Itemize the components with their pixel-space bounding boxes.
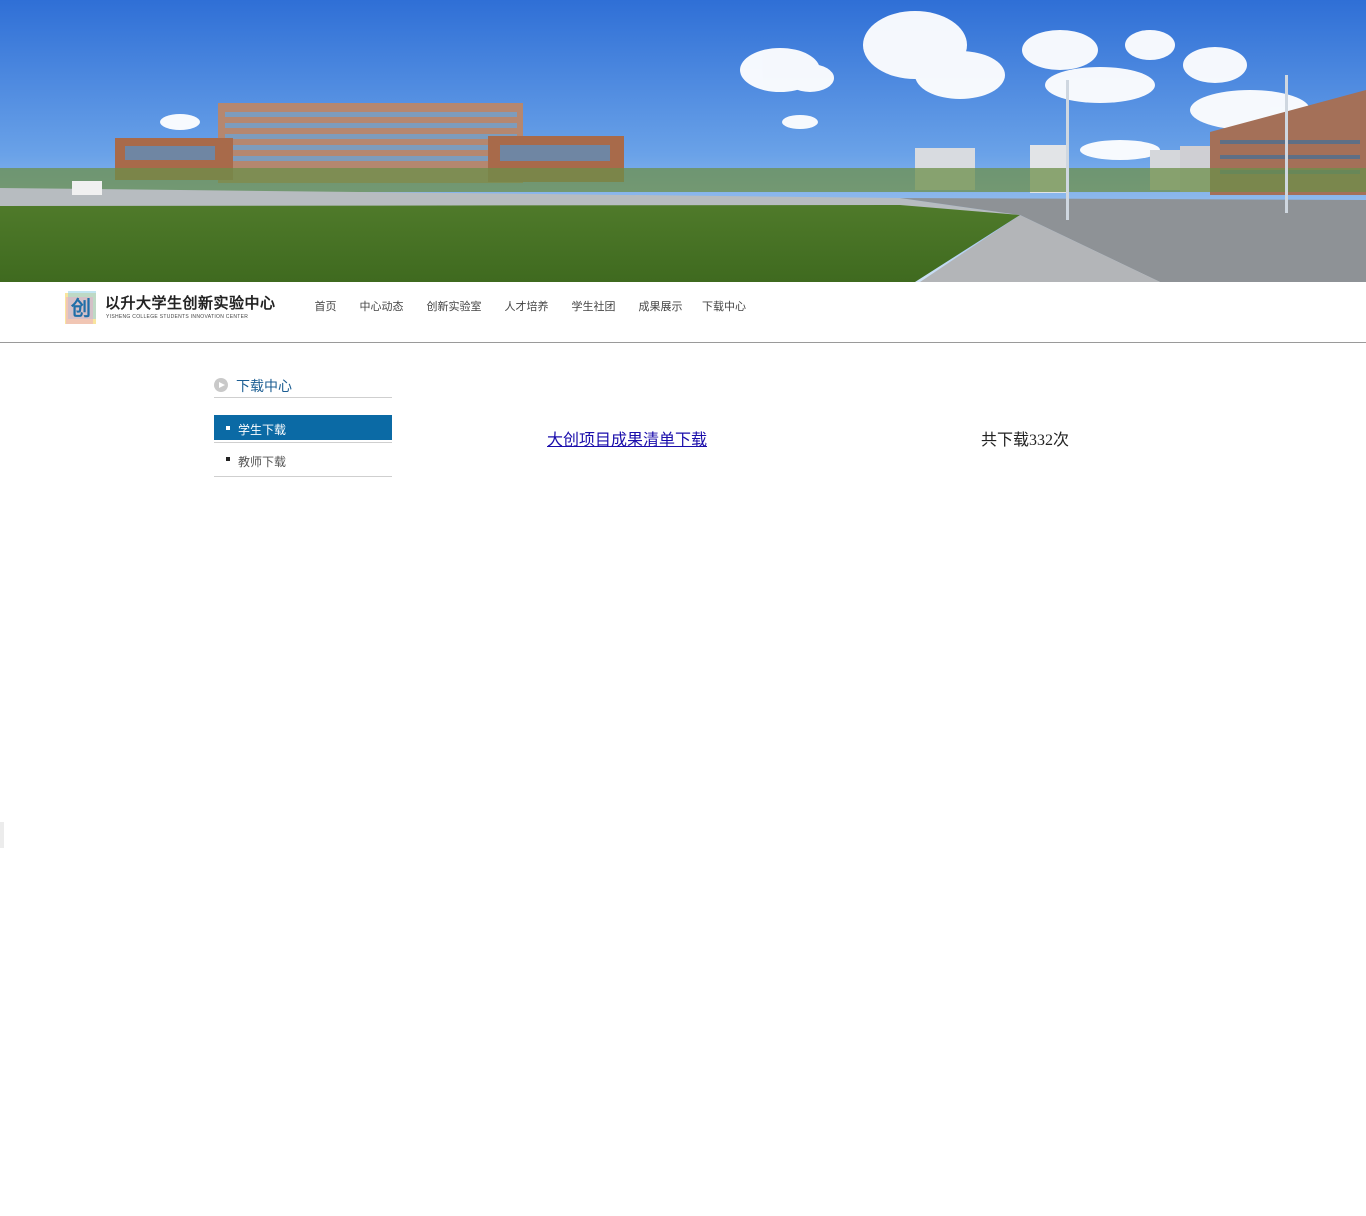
campus-panorama-image (0, 0, 1366, 282)
main-nav: 首页 中心动态 创新实验室 人才培养 学生社团 成果展示 下载中心 (303, 282, 758, 330)
nav-item-clubs[interactable]: 学生社团 (560, 298, 627, 314)
nav-item-home[interactable]: 首页 (303, 298, 348, 314)
play-circle-icon (214, 378, 228, 392)
sidebar-title: 下载中心 (236, 379, 292, 395)
bullet-icon (226, 426, 230, 430)
site-header: 创 以升大学生创新实验中心 YISHENG COLLEGE STUDENTS I… (0, 282, 1366, 343)
nav-item-talent[interactable]: 人才培养 (493, 298, 560, 314)
sidebar-menu: 学生下载 教师下载 (214, 415, 392, 477)
logo-glyph: 创 (70, 296, 91, 320)
list-item: 大创项目成果清单下载 共下载332次 (547, 426, 1077, 449)
nav-item-downloads[interactable]: 下载中心 (694, 298, 758, 314)
campus-banner (0, 0, 1366, 282)
download-count: 共下载332次 (981, 432, 1070, 449)
download-link[interactable]: 大创项目成果清单下载 (547, 426, 707, 450)
side-tab-handle[interactable] (0, 822, 4, 848)
nav-item-labs[interactable]: 创新实验室 (415, 298, 493, 314)
site-logo[interactable]: 创 以升大学生创新实验中心 YISHENG COLLEGE STUDENTS I… (64, 289, 275, 329)
sidebar-header: 下载中心 (214, 374, 392, 398)
logo-subtitle: YISHENG COLLEGE STUDENTS INNOVATION CENT… (106, 314, 249, 320)
sidebar: 下载中心 学生下载 教师下载 (214, 374, 392, 477)
nav-item-achievements[interactable]: 成果展示 (627, 298, 694, 314)
sidebar-item-student-downloads[interactable]: 学生下载 (214, 415, 392, 442)
logo-title: 以升大学生创新实验中心 (105, 294, 276, 312)
sidebar-item-label: 教师下载 (238, 455, 287, 469)
bullet-icon (226, 457, 230, 461)
nav-item-news[interactable]: 中心动态 (348, 298, 415, 314)
sidebar-item-teacher-downloads[interactable]: 教师下载 (214, 442, 392, 476)
sidebar-item-label: 学生下载 (238, 423, 287, 437)
logo-mark-icon: 创 (65, 291, 96, 324)
